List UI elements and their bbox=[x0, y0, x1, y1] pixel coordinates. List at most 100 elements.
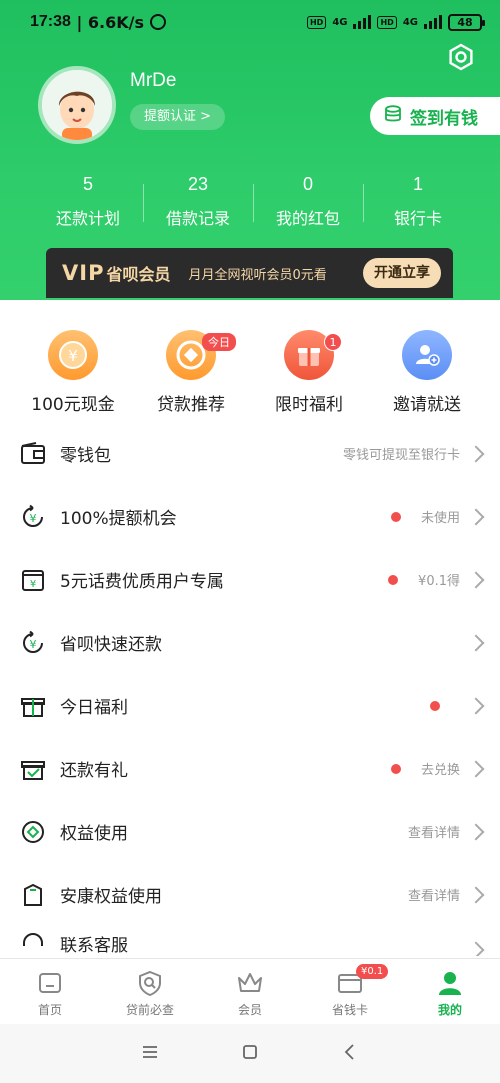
nav-membership[interactable]: 会员 bbox=[200, 959, 300, 1024]
coins-stack-icon bbox=[384, 104, 402, 128]
stat-label: 还款计划 bbox=[55, 209, 120, 228]
user-icon bbox=[435, 969, 465, 997]
headset-icon bbox=[20, 930, 46, 956]
gift-check-icon bbox=[20, 756, 46, 782]
shield-search-icon bbox=[135, 969, 165, 997]
red-dot-indicator bbox=[390, 763, 401, 774]
feature-label: 贷款推荐 bbox=[157, 395, 225, 415]
nav-home[interactable]: 首页 bbox=[0, 959, 100, 1024]
stat-bank-cards[interactable]: 1 银行卡 bbox=[363, 168, 473, 238]
list-item-customer-service[interactable]: 联系客服 bbox=[0, 926, 500, 956]
stat-repay-plan[interactable]: 5 还款计划 bbox=[33, 168, 143, 238]
chevron-right-icon bbox=[467, 508, 485, 525]
list-item-hint: 去兑换 bbox=[420, 763, 460, 778]
feature-loan-recommend[interactable]: 今日 贷款推荐 bbox=[132, 320, 250, 420]
list-item-hint: ¥0.1得 bbox=[418, 574, 460, 589]
hd-icon-2: HD bbox=[377, 15, 397, 29]
feature-label: 邀请就送 bbox=[393, 395, 461, 415]
stats-bar: 5 还款计划 23 借款记录 0 我的红包 1 银行卡 bbox=[33, 168, 473, 238]
list-item-title: 还款有礼 bbox=[60, 761, 128, 781]
red-dot-indicator bbox=[390, 511, 401, 522]
nav-savings-card[interactable]: ¥0.1 省钱卡 bbox=[300, 959, 400, 1024]
vip-name: 省呗会员 bbox=[106, 265, 171, 284]
battery-icon: 48 bbox=[448, 13, 485, 31]
nav-label: 会员 bbox=[237, 1003, 262, 1017]
system-navigation-bar bbox=[0, 1024, 500, 1083]
list-item-title: 今日福利 bbox=[60, 698, 128, 718]
chevron-right-icon bbox=[467, 941, 485, 956]
feature-invite[interactable]: 邀请就送 bbox=[368, 320, 486, 420]
signal-icon bbox=[353, 15, 372, 29]
nav-mine[interactable]: 我的 bbox=[400, 959, 500, 1024]
chevron-right-icon bbox=[467, 634, 485, 651]
nav-label: 贷前必查 bbox=[125, 1003, 174, 1017]
list-item-fast-repay[interactable]: ¥ 省呗快速还款 bbox=[0, 611, 500, 674]
network-label-1: 4G bbox=[332, 16, 348, 28]
list-item-hint: 查看详情 bbox=[407, 889, 460, 904]
chevron-right-icon bbox=[467, 886, 485, 903]
chevron-right-icon bbox=[467, 823, 485, 840]
list-item-hint: 未使用 bbox=[420, 511, 460, 526]
hd-icon: HD bbox=[306, 15, 327, 29]
list-item-today-welfare[interactable]: 今日福利 bbox=[0, 674, 500, 737]
stat-value: 23 bbox=[187, 174, 209, 194]
network-label-2: 4G bbox=[402, 16, 418, 28]
status-right: HD 4G HD 4G 48 bbox=[306, 13, 485, 31]
list-item-title: 安康权益使用 bbox=[60, 887, 162, 907]
svg-text:¥: ¥ bbox=[68, 347, 78, 365]
feature-cash[interactable]: ¥ 100元现金 bbox=[14, 320, 132, 420]
nav-label: 首页 bbox=[37, 1003, 62, 1017]
today-tag: 今日 bbox=[202, 333, 236, 351]
add-user-icon bbox=[402, 330, 452, 380]
nav-pre-loan-check[interactable]: 贷前必查 bbox=[100, 959, 200, 1024]
status-speed: 6.6K/s bbox=[87, 12, 145, 32]
list-item-hint: 查看详情 bbox=[407, 826, 460, 841]
stat-value: 5 bbox=[82, 174, 93, 194]
svg-text:¥: ¥ bbox=[30, 579, 36, 590]
red-dot-indicator bbox=[430, 700, 440, 711]
bottom-navigation: 首页 贷前必查 会员 ¥0.1 省钱卡 我的 bbox=[0, 958, 500, 1024]
sign-in-reward-button[interactable]: 签到有钱 bbox=[370, 97, 500, 135]
list-item-repay-gift[interactable]: 还款有礼 去兑换 bbox=[0, 737, 500, 800]
feature-label: 100元现金 bbox=[31, 395, 115, 415]
chevron-right-icon bbox=[467, 760, 485, 777]
vip-subscribe-button[interactable]: 开通立享 bbox=[363, 258, 441, 288]
stat-red-packets[interactable]: 0 我的红包 bbox=[253, 168, 363, 238]
menu-icon[interactable] bbox=[140, 1044, 160, 1064]
list-item-credit-raise[interactable]: ¥ 100%提额机会 未使用 bbox=[0, 485, 500, 548]
back-icon[interactable] bbox=[340, 1042, 360, 1066]
settings-icon[interactable] bbox=[446, 42, 476, 72]
list-item-title: 5元话费优质用户专属 bbox=[60, 572, 224, 592]
home-icon bbox=[35, 969, 65, 997]
chevron-right-icon bbox=[467, 571, 485, 588]
svg-text:¥: ¥ bbox=[30, 512, 37, 525]
vip-banner[interactable]: VIP 省呗会员 月月全网视听会员0元看 开通立享 bbox=[46, 248, 453, 298]
stat-label: 借款记录 bbox=[165, 209, 230, 228]
home-square-icon[interactable] bbox=[240, 1042, 260, 1066]
list-item-phone-credit[interactable]: ¥ 5元话费优质用户专属 ¥0.1得 bbox=[0, 548, 500, 611]
wallet-icon bbox=[20, 441, 46, 467]
yuan-card-icon: ¥ bbox=[20, 567, 46, 593]
nav-label: 我的 bbox=[437, 1003, 462, 1017]
list-item-ankang-benefits[interactable]: 安康权益使用 查看详情 bbox=[0, 863, 500, 926]
sign-in-label: 签到有钱 bbox=[410, 108, 478, 129]
menu-list: 零钱包 零钱可提现至银行卡 ¥ 100%提额机会 未使用 ¥ 5元话费优质用户专… bbox=[0, 422, 500, 956]
red-dot-indicator bbox=[388, 574, 399, 585]
status-separator: | bbox=[70, 12, 88, 32]
vip-logo: VIP bbox=[62, 261, 105, 285]
vip-description: 月月全网视听会员0元看 bbox=[188, 267, 327, 283]
feature-limited-welfare[interactable]: 1 限时福利 bbox=[250, 320, 368, 420]
chevron-right-icon bbox=[467, 697, 485, 714]
crown-icon bbox=[235, 969, 265, 997]
savings-card-badge: ¥0.1 bbox=[356, 964, 389, 979]
credit-certification-button[interactable]: 提额认证 > bbox=[130, 104, 226, 130]
count-badge: 1 bbox=[324, 333, 342, 351]
stat-loan-records[interactable]: 23 借款记录 bbox=[143, 168, 253, 238]
svg-text:¥: ¥ bbox=[30, 638, 37, 651]
diamond-circle-icon bbox=[20, 819, 46, 845]
signal-icon-2 bbox=[424, 15, 442, 29]
list-item-benefits[interactable]: 权益使用 查看详情 bbox=[0, 800, 500, 863]
list-item-wallet[interactable]: 零钱包 零钱可提现至银行卡 bbox=[0, 422, 500, 485]
stat-value: 1 bbox=[412, 174, 423, 194]
avatar[interactable] bbox=[38, 66, 116, 144]
